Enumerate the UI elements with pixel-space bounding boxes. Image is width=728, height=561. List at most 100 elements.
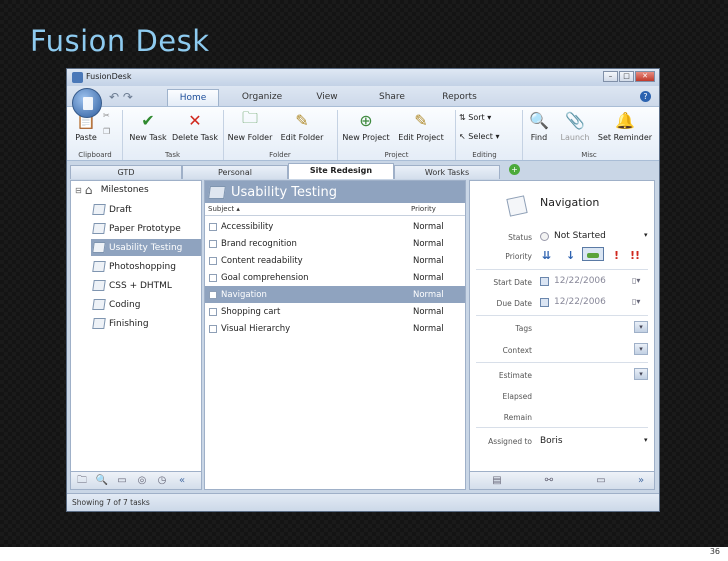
tree-item-photoshopping[interactable]: Photoshopping xyxy=(91,258,201,275)
task-checkbox[interactable] xyxy=(209,222,217,231)
contexts-icon[interactable]: ◎ xyxy=(134,474,150,488)
tree-item-paper-prototype[interactable]: Paper Prototype xyxy=(91,220,201,237)
app-window: FusionDesk – □ ✕ ↶ ↷ Home Organize View … xyxy=(66,68,660,512)
copy-icon[interactable]: ❐ xyxy=(103,127,110,136)
launch-label: Launch xyxy=(560,133,590,142)
table-row[interactable]: Goal comprehension Normal xyxy=(205,269,465,286)
highest-priority-icon[interactable]: !! xyxy=(630,249,640,262)
table-row[interactable]: Content readability Normal xyxy=(205,252,465,269)
group-folder: Folder xyxy=(269,151,291,159)
maximize-button[interactable]: □ xyxy=(619,71,634,82)
assigned-to-value[interactable]: Boris xyxy=(540,436,563,446)
lowest-priority-icon[interactable]: ⇊ xyxy=(542,249,551,262)
minimize-button[interactable]: – xyxy=(603,71,618,82)
application-menu-button[interactable] xyxy=(72,88,102,118)
task-checkbox[interactable] xyxy=(209,290,217,299)
tab-reports[interactable]: Reports xyxy=(437,89,482,106)
tab-view[interactable]: View xyxy=(307,89,347,106)
due-date-value[interactable]: 12/22/2006 xyxy=(554,297,606,307)
tree-item-usability-testing[interactable]: Usability Testing xyxy=(91,239,201,256)
folders-view-icon[interactable]: 🗀 xyxy=(74,474,90,488)
find-button[interactable]: 🔍 Find xyxy=(525,110,553,143)
task-priority: Normal xyxy=(413,289,444,300)
details-tab-icon[interactable]: ▤ xyxy=(490,474,504,488)
table-row[interactable]: Accessibility Normal xyxy=(205,218,465,235)
help-icon[interactable]: ? xyxy=(640,91,651,102)
clock-icon[interactable]: ◷ xyxy=(154,474,170,488)
tab-organize[interactable]: Organize xyxy=(237,89,287,106)
calendar-icon[interactable] xyxy=(540,298,549,307)
collapse-pane-icon[interactable]: « xyxy=(174,474,190,488)
folder-icon xyxy=(92,299,106,310)
tab-home[interactable]: Home xyxy=(167,89,219,106)
task-checkbox[interactable] xyxy=(209,239,217,248)
task-checkbox[interactable] xyxy=(209,273,217,282)
select-button[interactable]: ↖ Select ▾ xyxy=(459,132,500,141)
links-tab-icon[interactable]: ⚯ xyxy=(542,474,556,488)
delete-task-button[interactable]: ✕ Delete Task xyxy=(171,110,219,143)
launch-button[interactable]: 📎 Launch xyxy=(559,110,591,143)
status-value[interactable]: Not Started xyxy=(554,231,606,241)
task-checkbox[interactable] xyxy=(209,307,217,316)
tags-dropdown-button[interactable]: ▾ xyxy=(634,321,648,333)
context-dropdown-button[interactable]: ▾ xyxy=(634,343,648,355)
task-checkbox[interactable] xyxy=(209,256,217,265)
ribbon-separator xyxy=(223,110,224,160)
cut-icon[interactable]: ✂ xyxy=(103,111,110,120)
set-reminder-button[interactable]: 🔔 Set Reminder xyxy=(597,110,653,143)
add-tab-icon[interactable]: + xyxy=(509,164,520,175)
high-priority-icon[interactable]: ! xyxy=(614,249,619,262)
low-priority-icon[interactable]: ↓ xyxy=(566,249,575,262)
tree-item-coding[interactable]: Coding xyxy=(91,296,201,313)
status-dropdown-icon[interactable]: ▾ xyxy=(644,231,648,239)
collapse-icon[interactable]: ⊟ xyxy=(75,186,82,195)
select-icon: ↖ xyxy=(459,132,466,141)
column-priority[interactable]: Priority xyxy=(411,205,436,213)
due-date-picker-icon[interactable]: ▯▾ xyxy=(632,297,640,306)
table-row[interactable]: Brand recognition Normal xyxy=(205,235,465,252)
new-project-label: New Project xyxy=(342,133,390,142)
task-priority: Normal xyxy=(413,306,444,317)
tab-share[interactable]: Share xyxy=(372,89,412,106)
redo-icon[interactable]: ↷ xyxy=(123,90,133,104)
edit-folder-button[interactable]: ✎ Edit Folder xyxy=(279,110,325,143)
tab-work-tasks[interactable]: Work Tasks xyxy=(394,165,500,179)
table-row[interactable]: Visual Hierarchy Normal xyxy=(205,320,465,337)
ribbon-separator xyxy=(455,110,456,160)
tab-site-redesign[interactable]: Site Redesign xyxy=(288,163,394,179)
tree-item-css-dhtml[interactable]: CSS + DHTML xyxy=(91,277,201,294)
tree-item-draft[interactable]: Draft xyxy=(91,201,201,218)
notes-tab-icon[interactable]: ▭ xyxy=(594,474,608,488)
sort-button[interactable]: ⇅ Sort ▾ xyxy=(459,113,491,122)
status-radio-icon[interactable] xyxy=(540,232,549,241)
task-subject: Content readability xyxy=(221,255,303,266)
expand-pane-icon[interactable]: » xyxy=(634,474,648,488)
undo-icon[interactable]: ↶ xyxy=(109,90,119,104)
tags-icon[interactable]: ▭ xyxy=(114,474,130,488)
group-editing: Editing xyxy=(472,151,497,159)
set-reminder-label: Set Reminder xyxy=(597,133,653,142)
edit-project-button[interactable]: ✎ Edit Project xyxy=(397,110,445,143)
new-task-button[interactable]: ✔ New Task xyxy=(127,110,169,143)
search-icon[interactable]: 🔍 xyxy=(94,474,110,488)
calendar-icon[interactable] xyxy=(540,277,549,286)
table-row[interactable]: Shopping cart Normal xyxy=(205,303,465,320)
column-subject[interactable]: Subject ▴ xyxy=(208,205,240,213)
start-date-value[interactable]: 12/22/2006 xyxy=(554,276,606,286)
estimate-dropdown-button[interactable]: ▾ xyxy=(634,368,648,380)
table-row[interactable]: Navigation Normal xyxy=(205,286,465,303)
tab-personal[interactable]: Personal xyxy=(182,165,288,179)
new-project-button[interactable]: ⊕ New Project xyxy=(341,110,391,143)
close-button[interactable]: ✕ xyxy=(635,71,655,82)
group-misc: Misc xyxy=(581,151,597,159)
task-checkbox[interactable] xyxy=(209,324,217,333)
normal-priority-icon[interactable] xyxy=(582,247,604,261)
assigned-dropdown-icon[interactable]: ▾ xyxy=(644,436,648,444)
tree-item-finishing[interactable]: Finishing xyxy=(91,315,201,332)
sort-icon: ⇅ xyxy=(459,113,466,122)
new-folder-button[interactable]: 🗀 New Folder xyxy=(227,108,273,143)
tab-gtd[interactable]: GTD xyxy=(70,165,182,179)
tree-root[interactable]: ⊟ ⌂ Milestones xyxy=(75,184,149,196)
slide-footer xyxy=(0,547,728,561)
start-date-picker-icon[interactable]: ▯▾ xyxy=(632,276,640,285)
